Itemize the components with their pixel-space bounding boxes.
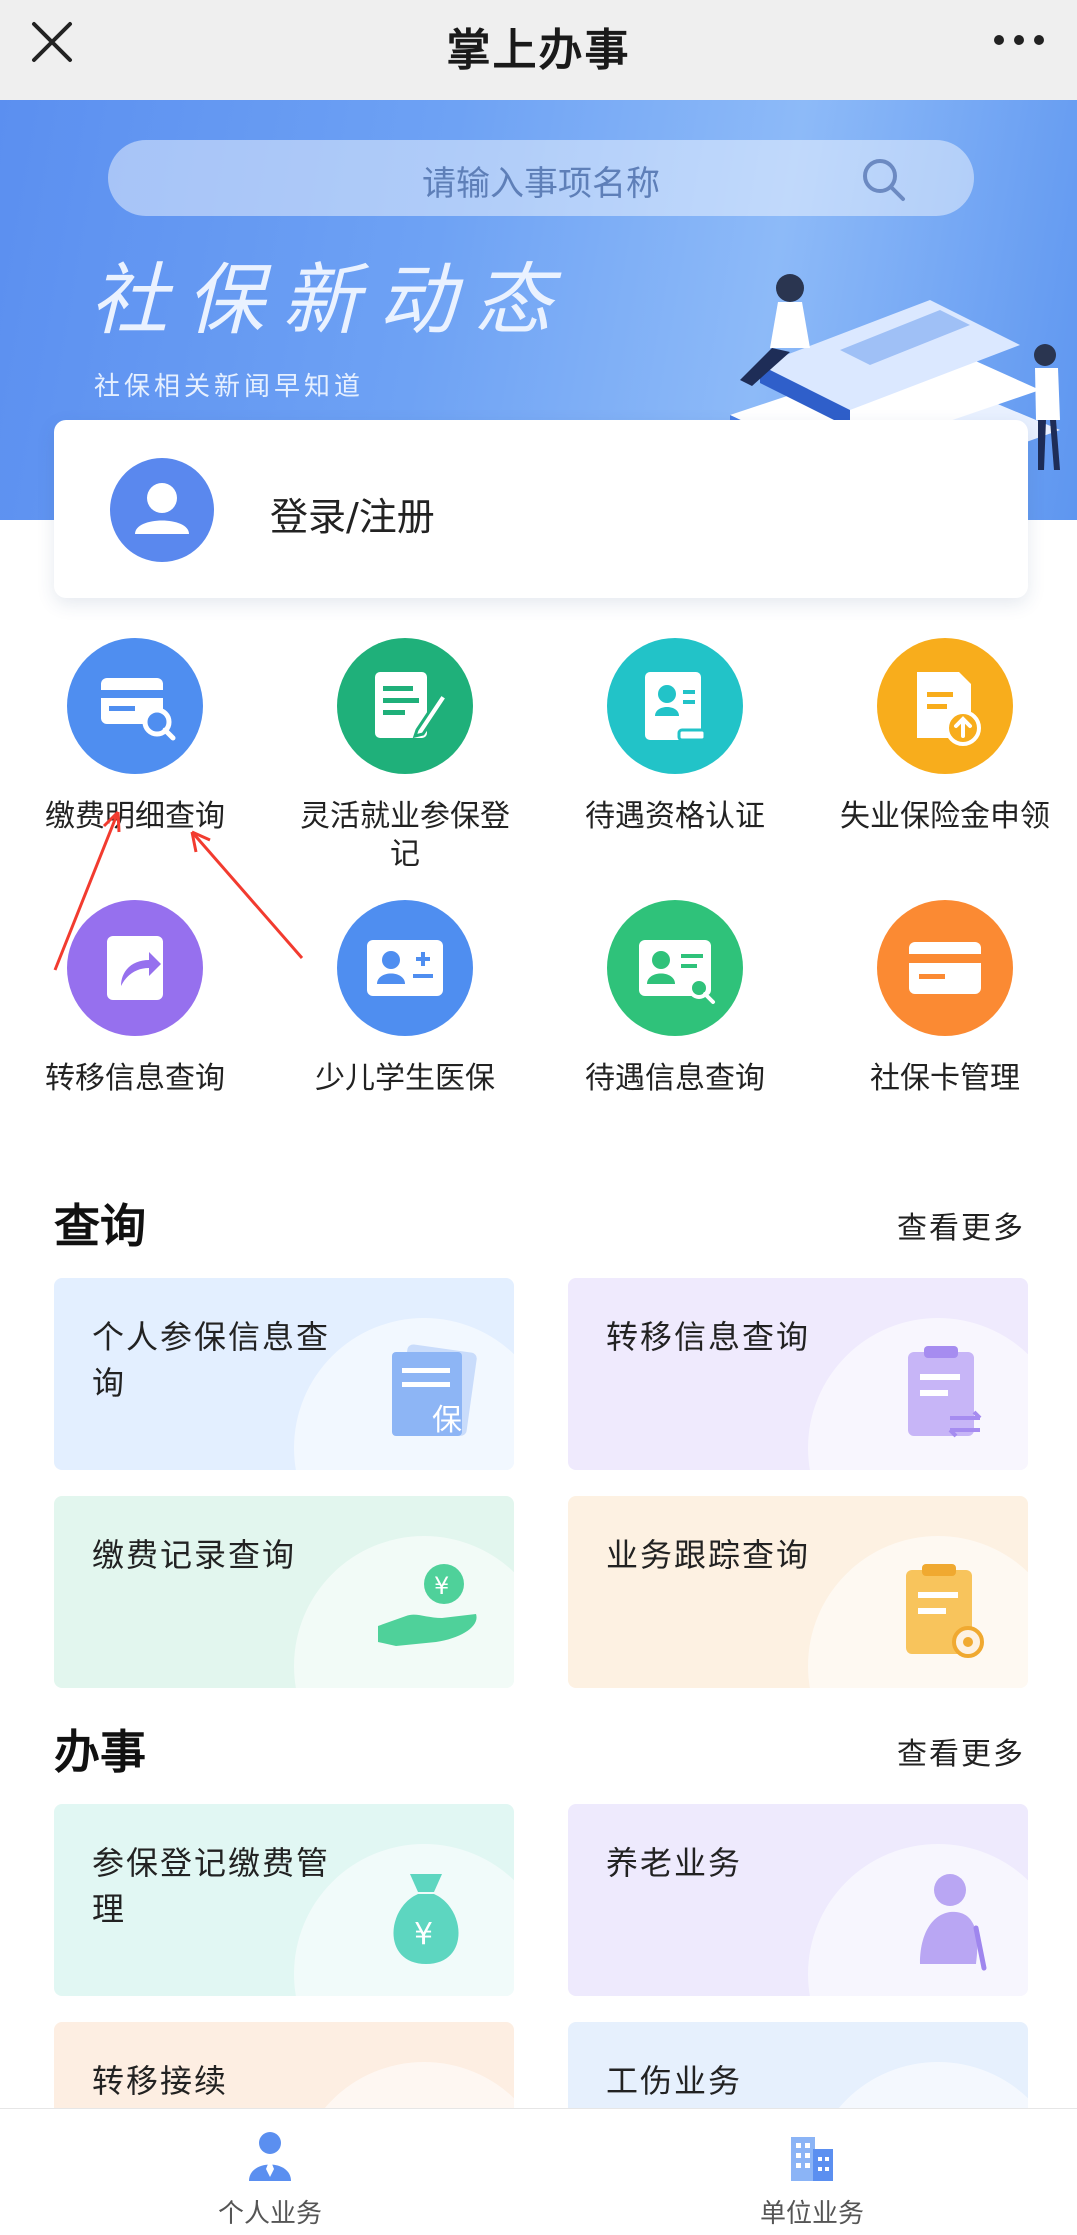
tab-unit-business[interactable]: 单位业务	[662, 2109, 962, 2235]
money-bag-icon: ¥	[393, 1874, 459, 1964]
share-arrow-icon	[107, 936, 163, 1000]
id-card-plus-icon	[367, 940, 443, 996]
insurance-doc-icon: 保	[392, 1344, 477, 1438]
service-circle	[67, 900, 203, 1036]
card-payment-record-query[interactable]: 缴费记录查询 ¥	[54, 1496, 514, 1688]
query-more-link[interactable]: 查看更多	[897, 1203, 1025, 1247]
service-label: 失业保险金申领	[840, 799, 1050, 834]
transfer-clipboard-icon	[908, 1346, 982, 1438]
login-card[interactable]: 登录/注册	[54, 420, 1028, 598]
card-label: 缴费记录查询	[92, 1536, 297, 1574]
service-circle	[877, 638, 1013, 774]
card-insurance-registration[interactable]: 参保登记缴费管理 ¥	[54, 1804, 514, 1996]
elderly-icon	[920, 1874, 987, 1971]
service-circle	[337, 900, 473, 1036]
card-label: 个人参保信息查询	[92, 1318, 331, 1402]
search-icon[interactable]	[860, 156, 908, 204]
more-icon[interactable]	[989, 20, 1049, 60]
service-circle	[67, 638, 203, 774]
card-label: 转移接续	[92, 2062, 229, 2100]
building-icon	[791, 2137, 833, 2181]
service-grid: 缴费明细查询 灵活就业参保登记 待遇资格认证 失业保险金申领 转移信息查询 少儿…	[0, 630, 1077, 1130]
banner-subtitle: 社保相关新闻早知道	[94, 372, 365, 402]
service-card-management[interactable]: 社保卡管理	[810, 892, 1077, 1132]
card-label: 参保登记缴费管理	[92, 1844, 331, 1928]
service-circle	[337, 638, 473, 774]
tab-label: 单位业务	[759, 2199, 864, 2229]
person-icon	[249, 2132, 291, 2181]
document-upload-icon	[917, 672, 981, 746]
handle-section-title: 办事	[54, 1725, 146, 1779]
svg-text:¥: ¥	[414, 1917, 433, 1952]
bank-card-icon	[909, 942, 981, 994]
card-label: 养老业务	[606, 1844, 743, 1882]
card-transfer-info-query[interactable]: 转移信息查询	[568, 1278, 1028, 1470]
card-business-tracking-query[interactable]: 业务跟踪查询	[568, 1496, 1028, 1688]
search-input[interactable]: 请输入事项名称	[108, 140, 974, 216]
svg-text:¥: ¥	[434, 1572, 449, 1600]
id-stamp-icon	[645, 672, 707, 742]
service-qualification-auth[interactable]: 待遇资格认证	[540, 630, 810, 870]
service-student-medical[interactable]: 少儿学生医保	[270, 892, 540, 1132]
service-benefit-info[interactable]: 待遇信息查询	[540, 892, 810, 1132]
card-label: 业务跟踪查询	[606, 1536, 811, 1574]
top-nav-bar: 掌上办事	[0, 0, 1077, 101]
service-payment-detail[interactable]: 缴费明细查询	[0, 630, 270, 870]
page-title: 掌上办事	[446, 25, 631, 76]
banner-headline: 社保新动态	[90, 256, 571, 346]
login-register-link[interactable]: 登录/注册	[270, 486, 435, 541]
tab-personal-business[interactable]: 个人业务	[120, 2109, 420, 2235]
service-label: 缴费明细查询	[45, 799, 225, 834]
service-circle	[607, 900, 743, 1036]
user-icon	[135, 483, 189, 534]
bottom-tab-bar: 个人业务 单位业务	[0, 2108, 1077, 2235]
service-flexible-employment[interactable]: 灵活就业参保登记	[270, 630, 540, 872]
service-transfer-info[interactable]: 转移信息查询	[0, 892, 270, 1132]
query-section-title: 查询	[54, 1199, 146, 1253]
card-label: 转移信息查询	[606, 1318, 811, 1356]
service-label: 灵活就业参保登记	[300, 799, 510, 872]
service-label: 待遇资格认证	[585, 799, 765, 834]
card-personal-insurance-query[interactable]: 个人参保信息查询 保	[54, 1278, 514, 1470]
service-unemployment-claim[interactable]: 失业保险金申领	[810, 630, 1077, 870]
search-placeholder: 请输入事项名称	[422, 164, 660, 204]
avatar[interactable]	[110, 458, 214, 562]
service-label: 转移信息查询	[45, 1061, 225, 1096]
service-label: 社保卡管理	[870, 1061, 1020, 1096]
service-label: 少儿学生医保	[315, 1061, 495, 1096]
service-label: 待遇信息查询	[585, 1061, 765, 1096]
service-circle	[607, 638, 743, 774]
card-pension-business[interactable]: 养老业务	[568, 1804, 1028, 1996]
handle-more-link[interactable]: 查看更多	[897, 1729, 1025, 1773]
tracking-clipboard-icon	[906, 1564, 984, 1658]
document-pen-icon	[375, 672, 450, 739]
tab-label: 个人业务	[217, 2199, 322, 2229]
coin-hand-icon: ¥	[378, 1564, 477, 1646]
svg-text:保: 保	[432, 1403, 462, 1438]
profile-search-icon	[639, 940, 715, 1004]
card-search-icon	[101, 678, 176, 741]
card-label: 工伤业务	[606, 2062, 743, 2100]
service-circle	[877, 900, 1013, 1036]
